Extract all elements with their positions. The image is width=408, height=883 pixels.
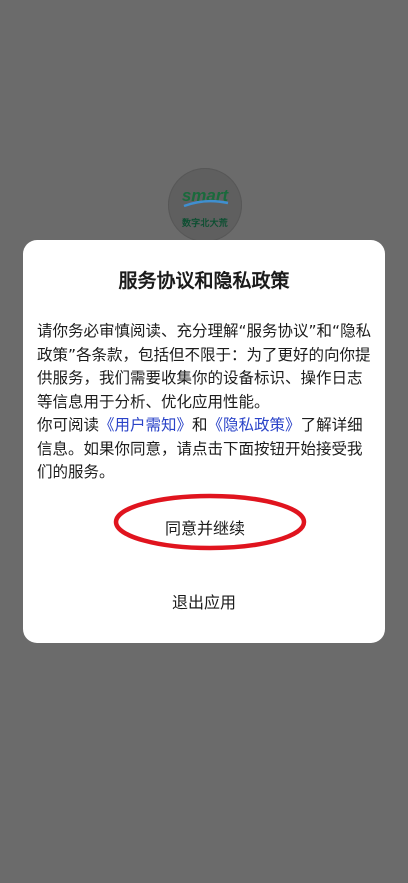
smart-logo-icon: smart <box>182 186 229 208</box>
privacy-policy-link[interactable]: 《隐私政策》 <box>208 416 301 434</box>
dialog-title: 服务协议和隐私政策 <box>118 270 290 292</box>
body-and: 和 <box>192 416 208 434</box>
agreement-dialog: 服务协议和隐私政策 请你务必审慎阅读、充分理解“服务协议”和“隐私政策”各条款，… <box>23 240 385 643</box>
body-prefix: 你可阅读 <box>37 416 100 434</box>
exit-app-button[interactable]: 退出应用 <box>124 582 284 616</box>
dialog-body: 请你务必审慎阅读、充分理解“服务协议”和“隐私政策”各条款，包括但不限于：为了更… <box>37 320 375 485</box>
agree-button-label: 同意并继续 <box>164 521 245 538</box>
app-screen: smart 数字北大荒 服务协议和隐私政策 请你务必审慎阅读、充分理解“服务协议… <box>0 0 408 883</box>
user-notice-link[interactable]: 《用户需知》 <box>99 416 192 434</box>
exit-button-label: 退出应用 <box>171 595 236 612</box>
body-paragraph-2: 你可阅读《用户需知》和《隐私政策》了解详细信息。如果你同意，请点击下面按钮开始接… <box>37 414 375 485</box>
agree-continue-button[interactable]: 同意并继续 <box>115 500 295 550</box>
body-paragraph-1: 请你务必审慎阅读、充分理解“服务协议”和“隐私政策”各条款，包括但不限于：为了更… <box>37 322 372 411</box>
app-logo: smart 数字北大荒 <box>168 168 242 242</box>
logo-subtitle: 数字北大荒 <box>181 219 228 229</box>
